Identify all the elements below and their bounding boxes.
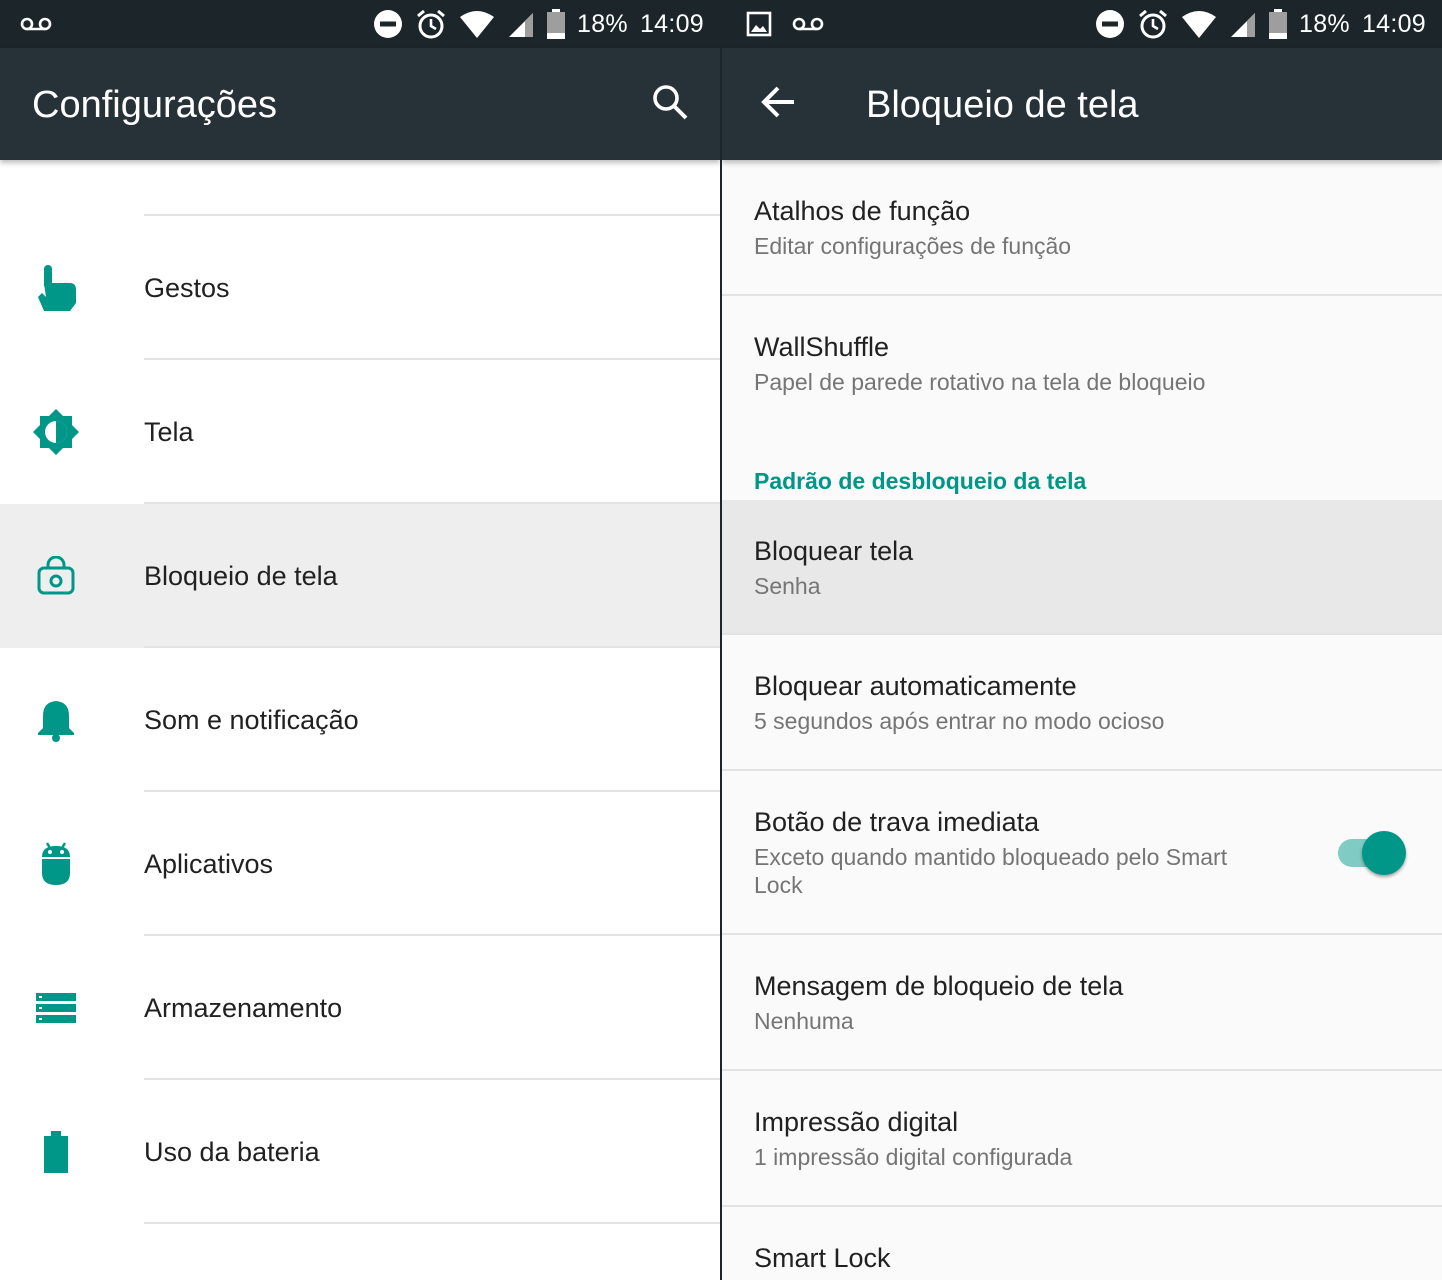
pref-summary: Editar configurações de função [754, 233, 1072, 259]
alarm-icon [1137, 8, 1169, 40]
section-header: Padrão de desbloqueio da tela [754, 468, 1087, 494]
settings-item-label: Armazenamento [144, 993, 343, 1023]
search-button[interactable] [644, 78, 696, 130]
pref-title: Bloquear automaticamente [754, 671, 1077, 701]
battery-status-icon [1269, 9, 1287, 39]
pref-mensagem-de-bloqueio[interactable]: Mensagem de bloqueio de tela Nenhuma [722, 935, 1442, 1069]
wifi-icon [1181, 9, 1217, 39]
pref-bloquear-tela[interactable]: Bloquear tela Senha [722, 500, 1442, 633]
storage-icon [30, 982, 82, 1034]
battery-percent: 18% [1299, 9, 1350, 38]
pref-summary: Exceto quando mantido bloqueado pelo Sma… [754, 844, 1228, 898]
gesture-hand-icon [30, 262, 82, 314]
settings-item-label: Tela [144, 417, 194, 447]
divider [144, 1222, 720, 1224]
app-bar: Bloqueio de tela [722, 48, 1442, 160]
pref-summary: Senha [754, 573, 821, 599]
do-not-disturb-icon [1095, 9, 1125, 39]
settings-item-bloqueio-de-tela[interactable]: Bloqueio de tela [0, 504, 720, 648]
pref-summary: 1 impressão digital configurada [754, 1144, 1073, 1170]
android-icon [30, 838, 82, 890]
clock: 14:09 [1361, 9, 1426, 38]
toggle-thumb [1362, 831, 1406, 875]
search-icon [650, 82, 690, 127]
settings-item-label: Som e notificação [144, 705, 359, 735]
page-title: Bloqueio de tela [866, 84, 1139, 126]
settings-item-som-e-notificacao[interactable]: Som e notificação [0, 648, 720, 792]
pref-title: WallShuffle [754, 332, 890, 362]
settings-item-gestos[interactable]: Gestos [0, 216, 720, 360]
pref-title: Bloquear tela [754, 536, 914, 566]
pref-impressao-digital[interactable]: Impressão digital 1 impressão digital co… [722, 1071, 1442, 1205]
pref-smart-lock[interactable]: Smart Lock [722, 1207, 1442, 1280]
page-title: Configurações [32, 84, 278, 126]
pref-botao-de-trava-imediata[interactable]: Botão de trava imediata Exceto quando ma… [722, 771, 1442, 933]
clock: 14:09 [639, 9, 704, 38]
image-icon [746, 11, 772, 37]
settings-item-armazenamento[interactable]: Armazenamento [0, 936, 720, 1080]
app-bar: Configurações [0, 48, 720, 160]
battery-status-icon [547, 9, 565, 39]
pref-title: Atalhos de função [754, 196, 971, 226]
wifi-icon [459, 9, 495, 39]
status-bar: 18% 14:09 [722, 0, 1442, 48]
pref-title: Smart Lock [754, 1243, 891, 1273]
pref-title: Mensagem de bloqueio de tela [754, 971, 1124, 1001]
settings-item-tela[interactable]: Tela [0, 360, 720, 504]
settings-item-aplicativos[interactable]: Aplicativos [0, 792, 720, 936]
brightness-icon [30, 406, 82, 458]
pref-atalhos-de-funcao[interactable]: Atalhos de função Editar configurações d… [722, 160, 1442, 294]
instant-lock-toggle[interactable] [1338, 831, 1406, 875]
settings-item-uso-da-bateria[interactable]: Uso da bateria [0, 1080, 720, 1224]
pref-summary: 5 segundos após entrar no modo ocioso [754, 708, 1165, 734]
lock-screen-settings: 18% 14:09 Bloqueio de tela Atalhos de fu… [722, 0, 1442, 1280]
battery-percent: 18% [577, 9, 628, 38]
back-arrow-icon [758, 82, 798, 127]
settings-item-label: Uso da bateria [144, 1137, 320, 1167]
status-bar: 18% 14:09 [0, 0, 720, 48]
voicemail-icon [792, 16, 824, 32]
voicemail-icon [20, 16, 52, 32]
cell-signal-icon [507, 10, 535, 38]
alarm-icon [415, 8, 447, 40]
settings-item-label: Gestos [144, 273, 230, 303]
lock-screen-icon [30, 550, 82, 602]
pref-title: Impressão digital [754, 1107, 959, 1137]
pref-summary: Papel de parede rotativo na tela de bloq… [754, 369, 1206, 395]
do-not-disturb-icon [373, 9, 403, 39]
bell-icon [30, 694, 82, 746]
cell-signal-icon [1229, 10, 1257, 38]
battery-icon [30, 1126, 82, 1178]
settings-screen: 18% 14:09 Configurações Gestos Tela Bloq… [0, 0, 720, 1280]
pref-summary: Nenhuma [754, 1008, 854, 1034]
settings-item-label: Bloqueio de tela [144, 561, 338, 591]
back-button[interactable] [752, 78, 804, 130]
pref-wallshuffle[interactable]: WallShuffle Papel de parede rotativo na … [722, 296, 1442, 432]
pref-title: Botão de trava imediata [754, 807, 1040, 837]
pref-bloquear-automaticamente[interactable]: Bloquear automaticamente 5 segundos após… [722, 635, 1442, 769]
settings-item-label: Aplicativos [144, 849, 274, 879]
